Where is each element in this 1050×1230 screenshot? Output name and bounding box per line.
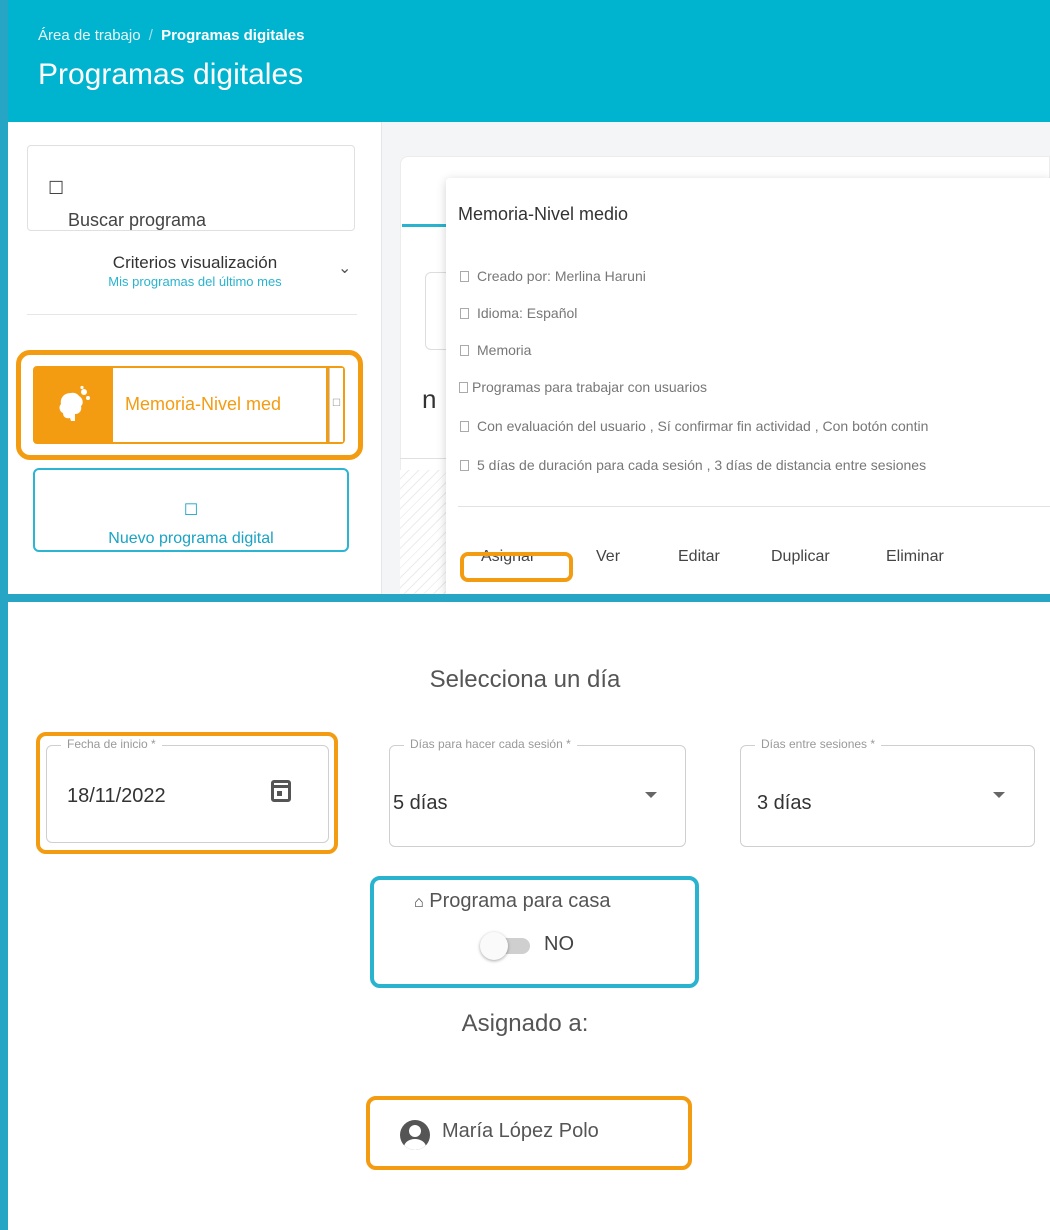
view-criteria-dropdown[interactable]: Criterios visualización Mis programas de… [70,253,320,289]
breadcrumb-root-link[interactable]: Área de trabajo [38,27,141,44]
options-icon [460,421,469,432]
program-type-icon [459,382,468,393]
frame-left-border [0,0,8,1230]
sidebar-divider [27,314,357,315]
caret-down-icon [993,792,1005,798]
breadcrumb-current: Programas digitales [161,27,305,44]
content-heading-fragment: n [422,384,437,414]
assigned-title: Asignado a: [461,1010,589,1037]
popover-row-options: Con evaluación del usuario , Sí confirma… [460,418,928,434]
popover-title: Memoria-Nivel medio [458,204,629,224]
user-avatar-icon [400,1120,430,1150]
popover-row-language: Idioma: Español [460,305,577,321]
brain-icon [33,366,113,444]
popover-row-schedule: 5 días de duración para cada sesión , 3 … [460,457,926,473]
home-program-value: NO [544,933,574,955]
popover-row-type: Programas para trabajar con usuarios [459,379,707,395]
criteria-subtitle: Mis programas del último mes [108,274,282,289]
popover-row-creator: Creado por: Merlina Haruni [460,268,646,284]
home-program-label-row: ⌂ Programa para casa [414,890,610,913]
page-title: Programas digitales [38,58,304,91]
form-title: Selecciona un día [429,666,621,693]
caret-down-icon [645,792,657,798]
session-days-select[interactable]: Días para hacer cada sesión * 5 días [389,737,686,847]
start-date-highlight [36,732,338,854]
program-item-label: Memoria-Nivel med [125,394,282,414]
active-tab-indicator [402,224,448,227]
session-days-label: Días para hacer cada sesión * [404,737,577,751]
chevron-down-icon[interactable]: ⌄ [338,258,351,278]
program-item-menu-handle[interactable]: ☐ [329,368,343,442]
user-icon [460,271,469,282]
new-program-label: ☐ Nuevo programa digital [108,502,274,547]
criteria-title: Criterios visualización [112,253,278,272]
search-program-input[interactable]: ☐ Buscar programa [27,145,355,231]
days-between-value: 3 días [757,792,812,814]
program-item-label-box: Memoria-Nivel med [113,368,326,442]
frame-divider [0,594,1050,602]
content-divider [400,458,448,459]
program-popover: Memoria-Nivel medio Creado por: Merlina … [446,178,1050,594]
schedule-icon [460,460,469,471]
assigned-user-name[interactable]: María López Polo [442,1120,599,1143]
sidebar-program-item[interactable]: Memoria-Nivel med ☐ [33,366,345,444]
home-program-label: Programa para casa [429,890,611,912]
edit-button[interactable]: Editar [678,548,720,566]
duplicate-button[interactable]: Duplicar [771,548,830,566]
session-days-value: 5 días [393,792,448,814]
popover-row-category: Memoria [460,342,531,358]
search-placeholder: ☐ Buscar programa [48,178,207,230]
language-icon [460,308,469,319]
app-header: Área de trabajo / Programas digitales Pr… [0,0,1050,122]
breadcrumb: Área de trabajo / Programas digitales [38,27,304,44]
days-between-select[interactable]: Días entre sesiones * 3 días [740,737,1035,847]
view-button[interactable]: Ver [596,548,620,566]
home-icon: ⌂ [414,894,424,911]
content-hatched-area [400,470,448,594]
days-between-label: Días entre sesiones * [755,737,882,751]
category-icon [460,345,469,356]
assign-button-highlight [460,552,573,582]
toggle-knob[interactable] [480,932,508,960]
new-digital-program-button[interactable]: ☐ Nuevo programa digital [33,468,349,552]
delete-button[interactable]: Eliminar [886,548,944,566]
breadcrumb-separator: / [148,27,153,44]
popover-divider [458,506,1050,507]
